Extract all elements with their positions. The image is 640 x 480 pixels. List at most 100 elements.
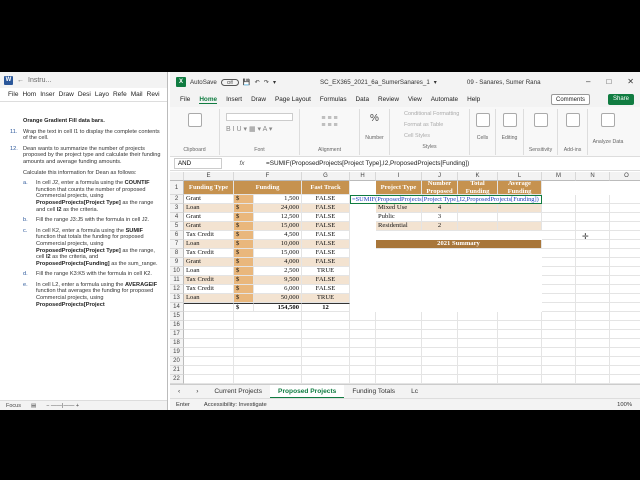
empty-cell[interactable] xyxy=(458,339,498,348)
addins-icon[interactable] xyxy=(565,113,580,127)
table-cell-funding-type[interactable]: Grant xyxy=(184,195,234,204)
row-header[interactable]: 18 xyxy=(170,339,184,348)
filename-chevron-icon[interactable]: ▾ xyxy=(434,79,437,86)
empty-cell[interactable] xyxy=(184,312,234,321)
empty-cell[interactable] xyxy=(542,330,576,339)
active-edit-cell[interactable]: =SUMIF(ProposedProjects[Project Type],I2… xyxy=(350,195,542,204)
empty-cell[interactable] xyxy=(610,258,640,267)
empty-cell[interactable] xyxy=(376,348,422,357)
empty-cell[interactable] xyxy=(302,339,350,348)
table-cell-funding[interactable]: 2,500 xyxy=(254,267,302,276)
empty-cell[interactable] xyxy=(610,339,640,348)
column-header[interactable]: N xyxy=(576,172,610,181)
table-cell-funding-type[interactable]: Tax Credit xyxy=(184,249,234,258)
row-header[interactable]: 5 xyxy=(170,222,184,231)
empty-cell[interactable] xyxy=(576,240,610,249)
summary-total-funding[interactable] xyxy=(458,204,498,213)
empty-cell[interactable] xyxy=(350,330,376,339)
row-header[interactable]: 6 xyxy=(170,231,184,240)
empty-cell[interactable] xyxy=(376,330,422,339)
empty-cell[interactable] xyxy=(610,294,640,303)
table-cell-dollar[interactable]: $ xyxy=(234,249,254,258)
tab-file[interactable]: File xyxy=(180,96,190,103)
column-header[interactable]: E xyxy=(184,172,234,181)
empty-cell[interactable] xyxy=(610,348,640,357)
empty-cell[interactable] xyxy=(542,348,576,357)
editing-icon[interactable] xyxy=(502,113,517,127)
tab-help[interactable]: Help xyxy=(467,96,480,103)
empty-cell[interactable] xyxy=(234,375,302,384)
row-header[interactable]: 13 xyxy=(170,294,184,303)
row-header[interactable]: 10 xyxy=(170,267,184,276)
row-header[interactable]: 20 xyxy=(170,357,184,366)
empty-cell[interactable] xyxy=(576,375,610,384)
table-cell-funding[interactable]: 15,000 xyxy=(254,222,302,231)
tab-data[interactable]: Data xyxy=(356,96,370,103)
empty-cell[interactable] xyxy=(234,321,302,330)
empty-cell[interactable] xyxy=(576,357,610,366)
column-header[interactable]: I xyxy=(376,172,422,181)
empty-cell[interactable] xyxy=(498,339,542,348)
word-tab[interactable]: File xyxy=(8,91,18,98)
column-header[interactable]: G xyxy=(302,172,350,181)
save-icon[interactable]: 💾 xyxy=(243,78,251,86)
empty-cell[interactable] xyxy=(184,357,234,366)
table-cell-funding[interactable]: 24,000 xyxy=(254,204,302,213)
row-header[interactable]: 21 xyxy=(170,366,184,375)
summary-header[interactable]: Number Proposed xyxy=(422,180,458,195)
empty-cell[interactable] xyxy=(234,366,302,375)
summary-number-proposed[interactable]: 2 xyxy=(422,222,458,231)
empty-cell[interactable] xyxy=(610,357,640,366)
sensitivity-icon[interactable] xyxy=(533,113,548,127)
empty-cell[interactable] xyxy=(376,357,422,366)
table-cell-funding[interactable]: 6,000 xyxy=(254,285,302,294)
format-as-table-button[interactable]: Format as Table xyxy=(404,120,469,131)
empty-cell[interactable] xyxy=(422,366,458,375)
empty-cell[interactable] xyxy=(542,285,576,294)
empty-cell[interactable] xyxy=(576,339,610,348)
empty-cell[interactable] xyxy=(610,285,640,294)
close-icon[interactable]: ✕ xyxy=(627,77,634,86)
empty-cell[interactable] xyxy=(610,312,640,321)
summary-project-type[interactable]: Residential xyxy=(376,222,422,231)
empty-cell[interactable] xyxy=(576,330,610,339)
table-cell-dollar[interactable]: $ xyxy=(234,222,254,231)
table-cell-fast-track[interactable]: FALSE xyxy=(302,249,350,258)
empty-cell[interactable] xyxy=(302,375,350,384)
table-cell-dollar[interactable]: $ xyxy=(234,294,254,303)
empty-cell[interactable] xyxy=(576,222,610,231)
empty-cell[interactable] xyxy=(184,366,234,375)
empty-cell[interactable] xyxy=(302,357,350,366)
table-cell-fast-track[interactable]: TRUE xyxy=(302,294,350,303)
cells-icon[interactable] xyxy=(475,113,490,127)
column-header[interactable]: H xyxy=(350,172,376,181)
empty-cell[interactable] xyxy=(498,366,542,375)
empty-cell[interactable] xyxy=(498,312,542,321)
empty-cell[interactable] xyxy=(610,267,640,276)
word-arrow-icon[interactable]: ← xyxy=(17,77,24,84)
empty-cell[interactable] xyxy=(576,267,610,276)
empty-cell[interactable] xyxy=(234,312,302,321)
empty-cell[interactable] xyxy=(376,366,422,375)
table-cell-dollar[interactable]: $ xyxy=(234,267,254,276)
minimize-icon[interactable]: – xyxy=(586,77,590,86)
sheet-tab-current-projects[interactable]: Current Projects xyxy=(206,385,270,399)
empty-cell[interactable] xyxy=(458,330,498,339)
table-cell-funding-type[interactable]: Loan xyxy=(184,204,234,213)
font-buttons[interactable]: B I U ▾ ▦ ▾ A ▾ xyxy=(226,125,293,133)
accessibility-status[interactable]: Accessibility: Investigate xyxy=(204,402,267,408)
empty-cell[interactable] xyxy=(376,312,422,321)
empty-cell[interactable] xyxy=(610,204,640,213)
table-cell-dollar[interactable]: $ xyxy=(234,276,254,285)
empty-cell[interactable] xyxy=(302,348,350,357)
zoom-level[interactable]: 100% xyxy=(617,402,632,408)
undo-icon[interactable]: ↶ xyxy=(255,79,260,86)
empty-cell[interactable] xyxy=(302,312,350,321)
empty-cell[interactable] xyxy=(610,276,640,285)
empty-cell[interactable] xyxy=(576,249,610,258)
focus-button[interactable]: Focus xyxy=(6,403,21,409)
table-cell-funding[interactable]: 12,500 xyxy=(254,213,302,222)
table-cell-funding[interactable]: 50,000 xyxy=(254,294,302,303)
paste-icon[interactable] xyxy=(187,113,202,127)
empty-cell[interactable] xyxy=(422,375,458,384)
